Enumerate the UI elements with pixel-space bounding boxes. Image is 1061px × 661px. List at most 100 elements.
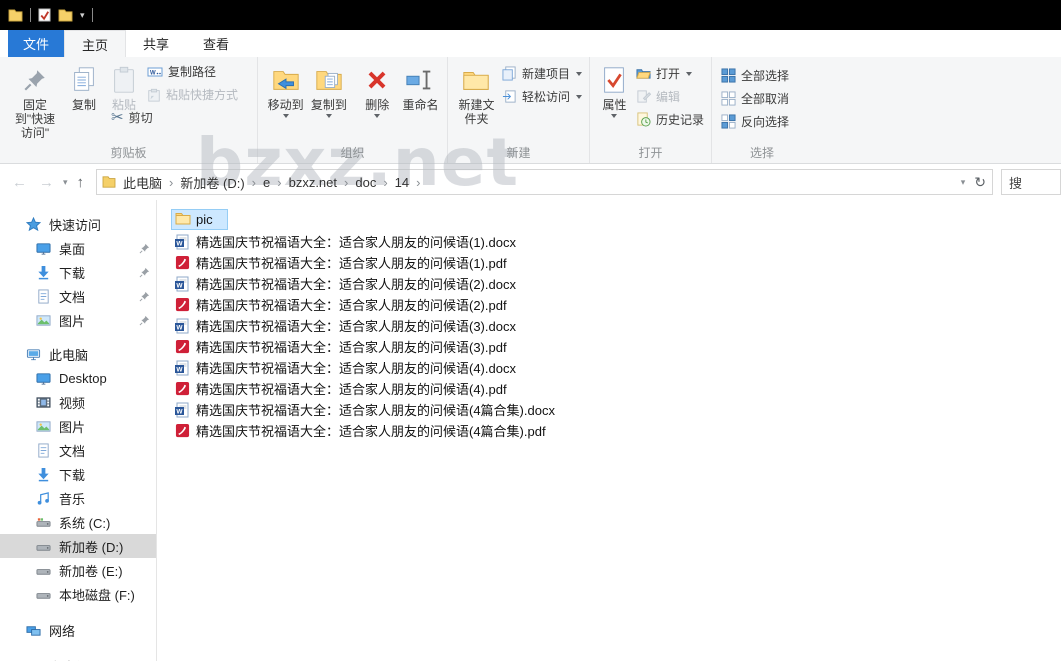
sidebar-item-pictures-2[interactable]: 图片 <box>0 414 156 438</box>
sidebar-item-videos[interactable]: 视频 <box>0 390 156 414</box>
breadcrumb-item[interactable]: 此电脑 <box>116 171 169 194</box>
file-item[interactable]: W 精选国庆节祝福语大全：适合家人朋友的问候语(3).docx <box>171 315 516 336</box>
select-none-button[interactable]: 全部取消 <box>718 88 792 109</box>
chevron-down-icon <box>374 114 381 118</box>
invert-selection-button[interactable]: 反向选择 <box>718 111 792 132</box>
delete-button[interactable]: 删除 <box>357 59 398 143</box>
tab-share[interactable]: 共享 <box>126 30 186 57</box>
sidebar-item-desktop[interactable]: 桌面 <box>0 236 156 260</box>
sidebar-item-downloads-2[interactable]: 下载 <box>0 462 156 486</box>
search-input[interactable]: 搜 <box>1001 169 1061 195</box>
sidebar-item-drive-e[interactable]: 新加卷 (E:) <box>0 558 156 582</box>
folder-item-pic[interactable]: pic <box>171 209 228 230</box>
file-item[interactable]: 精选国庆节祝福语大全：适合家人朋友的问候语(1).pdf <box>171 252 507 273</box>
ribbon-group-new: 新建文件夹 新建项目 轻松访问 新建 <box>448 57 590 163</box>
new-folder-icon <box>461 62 491 98</box>
history-button[interactable]: 历史记录 <box>633 109 707 130</box>
select-all-icon <box>721 68 736 83</box>
recent-locations-icon[interactable]: ▾ <box>60 177 71 188</box>
file-item[interactable]: 精选国庆节祝福语大全：适合家人朋友的问候语(3).pdf <box>171 336 507 357</box>
download-icon <box>36 265 51 280</box>
button-label: 删除 <box>365 98 390 112</box>
file-item[interactable]: W 精选国庆节祝福语大全：适合家人朋友的问候语(4).docx <box>171 357 516 378</box>
tab-home[interactable]: 主页 <box>64 30 127 57</box>
new-folder-button[interactable]: 新建文件夹 <box>454 59 499 143</box>
file-item[interactable]: 精选国庆节祝福语大全：适合家人朋友的问候语(2).pdf <box>171 294 507 315</box>
sidebar-item-label: 网络 <box>49 623 76 639</box>
up-icon[interactable]: ↑ <box>71 174 91 191</box>
breadcrumb-item[interactable]: 14 <box>388 173 416 192</box>
breadcrumb-item[interactable]: bzxz.net <box>282 173 344 192</box>
button-label: 粘贴 <box>111 98 136 112</box>
pin-to-quick-access-button[interactable]: 固定到"快速访问" <box>6 59 64 143</box>
breadcrumb-item[interactable]: 新加卷 (D:) <box>173 171 251 194</box>
button-label: 复制路径 <box>168 65 217 79</box>
copy-to-button[interactable]: 复制到 <box>307 59 350 143</box>
tab-view[interactable]: 查看 <box>186 30 246 57</box>
properties-check-icon[interactable] <box>38 8 51 22</box>
pdf-icon <box>174 423 190 439</box>
invert-selection-icon <box>721 114 736 129</box>
file-item[interactable]: 精选国庆节祝福语大全：适合家人朋友的问候语(4).pdf <box>171 378 507 399</box>
sidebar-item-downloads[interactable]: 下载 <box>0 260 156 284</box>
properties-icon <box>599 62 629 98</box>
document-icon <box>36 288 51 304</box>
button-label: 全部取消 <box>741 92 790 106</box>
open-button[interactable]: 打开 <box>633 63 707 84</box>
breadcrumb-item[interactable]: doc <box>348 173 383 192</box>
new-item-button[interactable]: 新建项目 <box>499 63 585 84</box>
sidebar-item-pictures[interactable]: 图片 <box>0 308 156 332</box>
word-doc-icon: W <box>174 402 190 418</box>
qat-dropdown-icon[interactable]: ▾ <box>80 10 85 21</box>
desktop-icon <box>36 371 51 386</box>
file-name: 精选国庆节祝福语大全：适合家人朋友的问候语(1).pdf <box>196 256 507 271</box>
chevron-down-icon <box>282 114 289 118</box>
sidebar-item-documents[interactable]: 文档 <box>0 284 156 308</box>
back-icon: ← <box>12 173 27 191</box>
rename-button[interactable]: 重命名 <box>398 59 443 143</box>
file-item[interactable]: W 精选国庆节祝福语大全：适合家人朋友的问候语(2).docx <box>171 273 516 294</box>
folder-icon[interactable] <box>8 8 23 22</box>
sidebar-item-documents-2[interactable]: 文档 <box>0 438 156 462</box>
sidebar-item-drive-f[interactable]: 本地磁盘 (F:) <box>0 582 156 606</box>
sidebar-item-quick-access[interactable]: 快速访问 <box>0 212 156 236</box>
file-item[interactable]: 精选国庆节祝福语大全：适合家人朋友的问候语(4篇合集).pdf <box>171 420 546 441</box>
sidebar-item-label: 快速访问 <box>49 217 102 233</box>
copy-path-button[interactable]: W 复制路径 <box>144 61 241 82</box>
chevron-down-icon <box>576 71 582 76</box>
sidebar-item-label: 此电脑 <box>49 347 89 363</box>
breadcrumb-item[interactable]: e <box>256 173 277 192</box>
paste-icon <box>109 62 139 98</box>
file-name: 精选国庆节祝福语大全：适合家人朋友的问候语(4篇合集).docx <box>196 403 555 418</box>
button-label: 反向选择 <box>741 115 790 129</box>
sidebar-item-this-pc[interactable]: 此电脑 <box>0 342 156 366</box>
chevron-right-icon[interactable]: › <box>416 175 420 190</box>
move-to-button[interactable]: 移动到 <box>264 59 307 143</box>
address-dropdown-icon[interactable]: ▾ <box>958 177 969 188</box>
document-icon <box>36 442 51 458</box>
file-item[interactable]: W 精选国庆节祝福语大全：适合家人朋友的问候语(4篇合集).docx <box>171 399 555 420</box>
sidebar-item-label: 本地磁盘 (F:) <box>59 587 135 603</box>
divider <box>30 8 31 22</box>
select-all-button[interactable]: 全部选择 <box>718 65 792 86</box>
sidebar-item-label: 系统 (C:) <box>59 515 111 531</box>
sidebar-item-drive-c[interactable]: 系统 (C:) <box>0 510 156 534</box>
sidebar-item-music[interactable]: 音乐 <box>0 486 156 510</box>
breadcrumb: 此电脑 › 新加卷 (D:) › e › bzxz.net › doc › 14 › ▾ ↻ <box>96 169 993 195</box>
scissors-icon: ✂ <box>111 109 124 126</box>
easy-access-button[interactable]: 轻松访问 <box>499 86 585 107</box>
sidebar-item-network[interactable]: 网络 <box>0 618 156 642</box>
file-item[interactable]: W 精选国庆节祝福语大全：适合家人朋友的问候语(1).docx <box>171 231 516 252</box>
sidebar-item-desktop-2[interactable]: Desktop <box>0 366 156 390</box>
properties-button[interactable]: 属性 <box>596 59 633 143</box>
tab-file[interactable]: 文件 <box>8 30 65 57</box>
folder-icon[interactable] <box>58 8 73 22</box>
sidebar-item-label: 视频 <box>59 395 86 411</box>
group-label-clipboard: 剪贴板 <box>110 146 147 160</box>
sidebar-item-homegroup[interactable]: 家庭组 <box>0 654 156 661</box>
copy-button[interactable]: 复制 <box>64 59 104 143</box>
word-doc-icon: W <box>174 234 190 250</box>
paste-shortcut-button: 粘贴快捷方式 <box>144 84 241 105</box>
refresh-icon[interactable]: ↻ <box>974 174 986 191</box>
sidebar-item-drive-d[interactable]: 新加卷 (D:) <box>0 534 156 558</box>
